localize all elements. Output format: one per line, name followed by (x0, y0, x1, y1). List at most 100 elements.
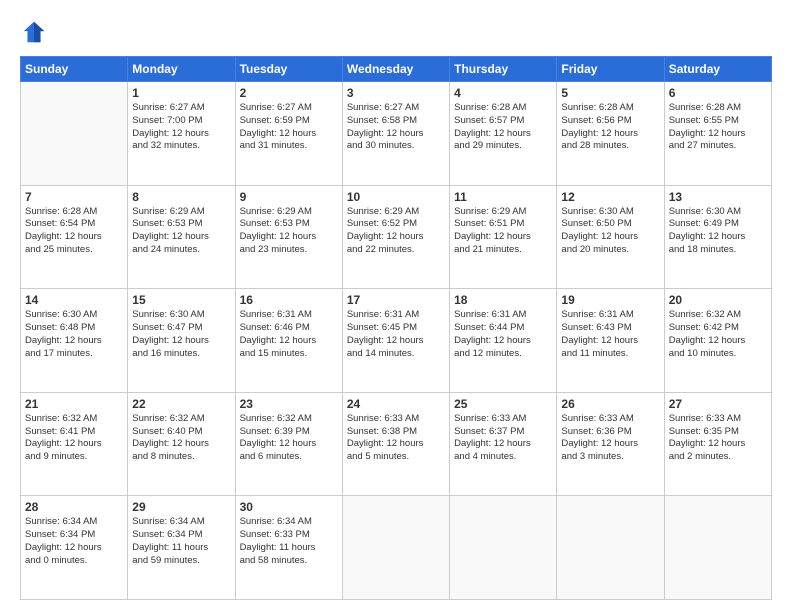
day-info: Sunrise: 6:32 AM Sunset: 6:41 PM Dayligh… (25, 413, 123, 464)
calendar-header-thursday: Thursday (450, 57, 557, 82)
day-info: Sunrise: 6:29 AM Sunset: 6:51 PM Dayligh… (454, 206, 552, 257)
calendar-cell: 15 Sunrise: 6:30 AM Sunset: 6:47 PM Dayli… (128, 289, 235, 393)
day-number: 18 (454, 293, 552, 307)
day-number: 6 (669, 86, 767, 100)
calendar-cell: 30 Sunrise: 6:34 AM Sunset: 6:33 PM Dayli… (235, 496, 342, 600)
day-info: Sunrise: 6:28 AM Sunset: 6:57 PM Dayligh… (454, 102, 552, 153)
calendar-cell: 9 Sunrise: 6:29 AM Sunset: 6:53 PM Daylig… (235, 185, 342, 289)
calendar-cell: 20 Sunrise: 6:32 AM Sunset: 6:42 PM Dayli… (664, 289, 771, 393)
day-info: Sunrise: 6:27 AM Sunset: 6:58 PM Dayligh… (347, 102, 445, 153)
day-info: Sunrise: 6:31 AM Sunset: 6:45 PM Dayligh… (347, 309, 445, 360)
calendar-cell: 7 Sunrise: 6:28 AM Sunset: 6:54 PM Daylig… (21, 185, 128, 289)
day-info: Sunrise: 6:31 AM Sunset: 6:43 PM Dayligh… (561, 309, 659, 360)
day-number: 8 (132, 190, 230, 204)
logo-icon (20, 18, 48, 46)
day-number: 12 (561, 190, 659, 204)
calendar-cell: 14Sunrise: 6:30 AM Sunset: 6:48 PM Dayli… (21, 289, 128, 393)
day-info: Sunrise: 6:33 AM Sunset: 6:37 PM Dayligh… (454, 413, 552, 464)
calendar-week-row-2: 7 Sunrise: 6:28 AM Sunset: 6:54 PM Daylig… (21, 185, 772, 289)
day-info: Sunrise: 6:29 AM Sunset: 6:52 PM Dayligh… (347, 206, 445, 257)
logo (20, 18, 52, 46)
day-info: Sunrise: 6:30 AM Sunset: 6:47 PM Dayligh… (132, 309, 230, 360)
calendar-week-row-5: 28Sunrise: 6:34 AM Sunset: 6:34 PM Dayli… (21, 496, 772, 600)
day-number: 23 (240, 397, 338, 411)
calendar-cell (664, 496, 771, 600)
day-number: 13 (669, 190, 767, 204)
day-info: Sunrise: 6:28 AM Sunset: 6:54 PM Dayligh… (25, 206, 123, 257)
day-info: Sunrise: 6:32 AM Sunset: 6:40 PM Dayligh… (132, 413, 230, 464)
calendar-cell (21, 82, 128, 186)
day-number: 20 (669, 293, 767, 307)
day-number: 15 (132, 293, 230, 307)
day-info: Sunrise: 6:30 AM Sunset: 6:48 PM Dayligh… (25, 309, 123, 360)
calendar-header-monday: Monday (128, 57, 235, 82)
day-number: 9 (240, 190, 338, 204)
calendar-cell (450, 496, 557, 600)
calendar-header-wednesday: Wednesday (342, 57, 449, 82)
day-info: Sunrise: 6:27 AM Sunset: 7:00 PM Dayligh… (132, 102, 230, 153)
day-number: 19 (561, 293, 659, 307)
day-number: 2 (240, 86, 338, 100)
calendar-cell: 6 Sunrise: 6:28 AM Sunset: 6:55 PM Daylig… (664, 82, 771, 186)
calendar-header-tuesday: Tuesday (235, 57, 342, 82)
day-number: 30 (240, 500, 338, 514)
calendar-header-friday: Friday (557, 57, 664, 82)
day-info: Sunrise: 6:34 AM Sunset: 6:34 PM Dayligh… (25, 516, 123, 567)
day-number: 27 (669, 397, 767, 411)
day-number: 7 (25, 190, 123, 204)
calendar-cell: 5 Sunrise: 6:28 AM Sunset: 6:56 PM Daylig… (557, 82, 664, 186)
day-number: 5 (561, 86, 659, 100)
day-info: Sunrise: 6:34 AM Sunset: 6:33 PM Dayligh… (240, 516, 338, 567)
calendar-cell: 19 Sunrise: 6:31 AM Sunset: 6:43 PM Dayli… (557, 289, 664, 393)
day-info: Sunrise: 6:33 AM Sunset: 6:38 PM Dayligh… (347, 413, 445, 464)
calendar-cell: 10 Sunrise: 6:29 AM Sunset: 6:52 PM Dayli… (342, 185, 449, 289)
calendar-week-row-1: 1 Sunrise: 6:27 AM Sunset: 7:00 PM Daylig… (21, 82, 772, 186)
day-number: 3 (347, 86, 445, 100)
day-info: Sunrise: 6:32 AM Sunset: 6:42 PM Dayligh… (669, 309, 767, 360)
calendar-week-row-4: 21 Sunrise: 6:32 AM Sunset: 6:41 PM Dayli… (21, 392, 772, 496)
day-info: Sunrise: 6:29 AM Sunset: 6:53 PM Dayligh… (240, 206, 338, 257)
day-info: Sunrise: 6:34 AM Sunset: 6:34 PM Dayligh… (132, 516, 230, 567)
day-info: Sunrise: 6:33 AM Sunset: 6:35 PM Dayligh… (669, 413, 767, 464)
day-info: Sunrise: 6:27 AM Sunset: 6:59 PM Dayligh… (240, 102, 338, 153)
header (20, 18, 772, 46)
calendar-cell: 17 Sunrise: 6:31 AM Sunset: 6:45 PM Dayli… (342, 289, 449, 393)
calendar-cell: 21 Sunrise: 6:32 AM Sunset: 6:41 PM Dayli… (21, 392, 128, 496)
calendar-cell: 18Sunrise: 6:31 AM Sunset: 6:44 PM Dayli… (450, 289, 557, 393)
calendar-cell: 16Sunrise: 6:31 AM Sunset: 6:46 PM Dayli… (235, 289, 342, 393)
calendar-header-sunday: Sunday (21, 57, 128, 82)
day-number: 24 (347, 397, 445, 411)
day-number: 10 (347, 190, 445, 204)
calendar-cell: 27 Sunrise: 6:33 AM Sunset: 6:35 PM Dayli… (664, 392, 771, 496)
day-info: Sunrise: 6:29 AM Sunset: 6:53 PM Dayligh… (132, 206, 230, 257)
calendar-cell: 11 Sunrise: 6:29 AM Sunset: 6:51 PM Dayli… (450, 185, 557, 289)
calendar-header-row: SundayMondayTuesdayWednesdayThursdayFrid… (21, 57, 772, 82)
day-number: 17 (347, 293, 445, 307)
calendar-cell: 28Sunrise: 6:34 AM Sunset: 6:34 PM Dayli… (21, 496, 128, 600)
day-number: 1 (132, 86, 230, 100)
day-number: 26 (561, 397, 659, 411)
calendar-header-saturday: Saturday (664, 57, 771, 82)
day-number: 16 (240, 293, 338, 307)
calendar-cell: 3 Sunrise: 6:27 AM Sunset: 6:58 PM Daylig… (342, 82, 449, 186)
calendar-cell: 22 Sunrise: 6:32 AM Sunset: 6:40 PM Dayli… (128, 392, 235, 496)
calendar-cell: 12Sunrise: 6:30 AM Sunset: 6:50 PM Dayli… (557, 185, 664, 289)
calendar-week-row-3: 14Sunrise: 6:30 AM Sunset: 6:48 PM Dayli… (21, 289, 772, 393)
calendar-cell: 4 Sunrise: 6:28 AM Sunset: 6:57 PM Daylig… (450, 82, 557, 186)
day-info: Sunrise: 6:33 AM Sunset: 6:36 PM Dayligh… (561, 413, 659, 464)
day-number: 29 (132, 500, 230, 514)
calendar-cell (342, 496, 449, 600)
day-number: 21 (25, 397, 123, 411)
calendar-cell: 23Sunrise: 6:32 AM Sunset: 6:39 PM Dayli… (235, 392, 342, 496)
calendar-cell: 1 Sunrise: 6:27 AM Sunset: 7:00 PM Daylig… (128, 82, 235, 186)
calendar-cell: 8 Sunrise: 6:29 AM Sunset: 6:53 PM Daylig… (128, 185, 235, 289)
day-number: 11 (454, 190, 552, 204)
calendar-cell: 29 Sunrise: 6:34 AM Sunset: 6:34 PM Dayli… (128, 496, 235, 600)
calendar-cell: 25Sunrise: 6:33 AM Sunset: 6:37 PM Dayli… (450, 392, 557, 496)
day-info: Sunrise: 6:28 AM Sunset: 6:56 PM Dayligh… (561, 102, 659, 153)
day-number: 22 (132, 397, 230, 411)
calendar-cell: 26 Sunrise: 6:33 AM Sunset: 6:36 PM Dayli… (557, 392, 664, 496)
page: SundayMondayTuesdayWednesdayThursdayFrid… (0, 0, 792, 612)
day-info: Sunrise: 6:28 AM Sunset: 6:55 PM Dayligh… (669, 102, 767, 153)
day-number: 4 (454, 86, 552, 100)
